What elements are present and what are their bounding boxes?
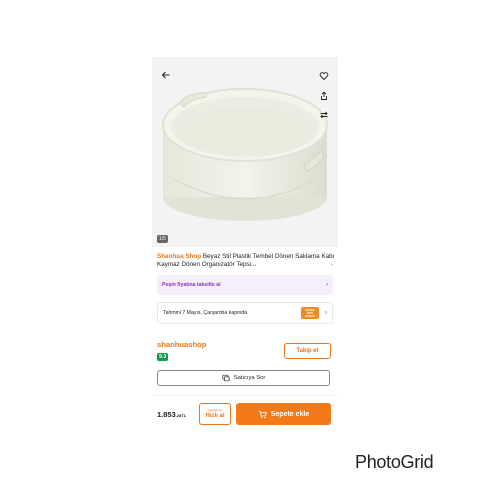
seller-name[interactable]: shanhuashop	[157, 340, 206, 349]
cart-icon	[258, 410, 267, 418]
quick-buy-caption: hepsijet ile	[207, 408, 223, 412]
installment-label: Peşin fiyatına taksitle al	[162, 282, 221, 288]
price-value: 1.853	[157, 410, 176, 419]
product-image-gallery[interactable]: 1/5	[152, 57, 338, 247]
heart-icon	[319, 72, 329, 81]
share-icon	[321, 91, 327, 100]
arrow-left-icon	[161, 71, 170, 79]
bottom-action-bar: 1.853,28TL hepsijet ile Hızlı al Sepete …	[152, 395, 338, 430]
compare-button[interactable]	[315, 106, 333, 124]
fast-shipping-badge-text: SÜPER HIZLI KARGO	[305, 309, 315, 318]
photogrid-watermark: PhotoGrid	[355, 452, 434, 472]
add-to-cart-button[interactable]: Sepete ekle	[236, 403, 331, 425]
quick-buy-button[interactable]: hepsijet ile Hızlı al	[199, 403, 231, 425]
ask-seller-label: Satıcıya Sor	[233, 375, 266, 381]
product-screen: 1/5 Shanhua Shop Beyaz Stil Plastik Temb…	[152, 57, 338, 430]
chevron-down-icon[interactable]: ⌄	[330, 260, 334, 268]
chevron-right-icon: ›	[325, 310, 327, 316]
delivery-label: Tahmini 7 Mayıs, Çarşamba kapında	[163, 310, 248, 316]
price: 1.853,28TL	[157, 410, 186, 419]
price-suffix: ,28TL	[175, 413, 187, 418]
installment-banner[interactable]: Peşin fiyatına taksitle al ›	[157, 275, 333, 295]
chevron-right-icon: ›	[326, 282, 328, 288]
chat-icon	[222, 374, 230, 382]
quick-buy-label: Hızlı al	[205, 413, 225, 419]
add-to-cart-label: Sepete ekle	[270, 410, 310, 418]
swap-icon	[320, 111, 328, 119]
brand-link[interactable]: Shanhua Shop	[157, 253, 201, 260]
seller-score-badge: 9.3	[157, 353, 169, 361]
share-button[interactable]	[315, 87, 333, 105]
delivery-info[interactable]: Tahmini 7 Mayıs, Çarşamba kapında SÜPER …	[157, 302, 333, 324]
fast-shipping-badge: SÜPER HIZLI KARGO	[301, 307, 319, 319]
ask-seller-button[interactable]: Satıcıya Sor	[157, 370, 330, 386]
back-button[interactable]	[157, 66, 175, 84]
product-image	[154, 87, 336, 222]
follow-button[interactable]: Takip et	[284, 343, 331, 359]
product-title[interactable]: Shanhua Shop Beyaz Stil Plastik Tembel D…	[157, 253, 335, 270]
favorite-button[interactable]	[315, 67, 333, 85]
image-counter: 1/5	[157, 235, 168, 243]
